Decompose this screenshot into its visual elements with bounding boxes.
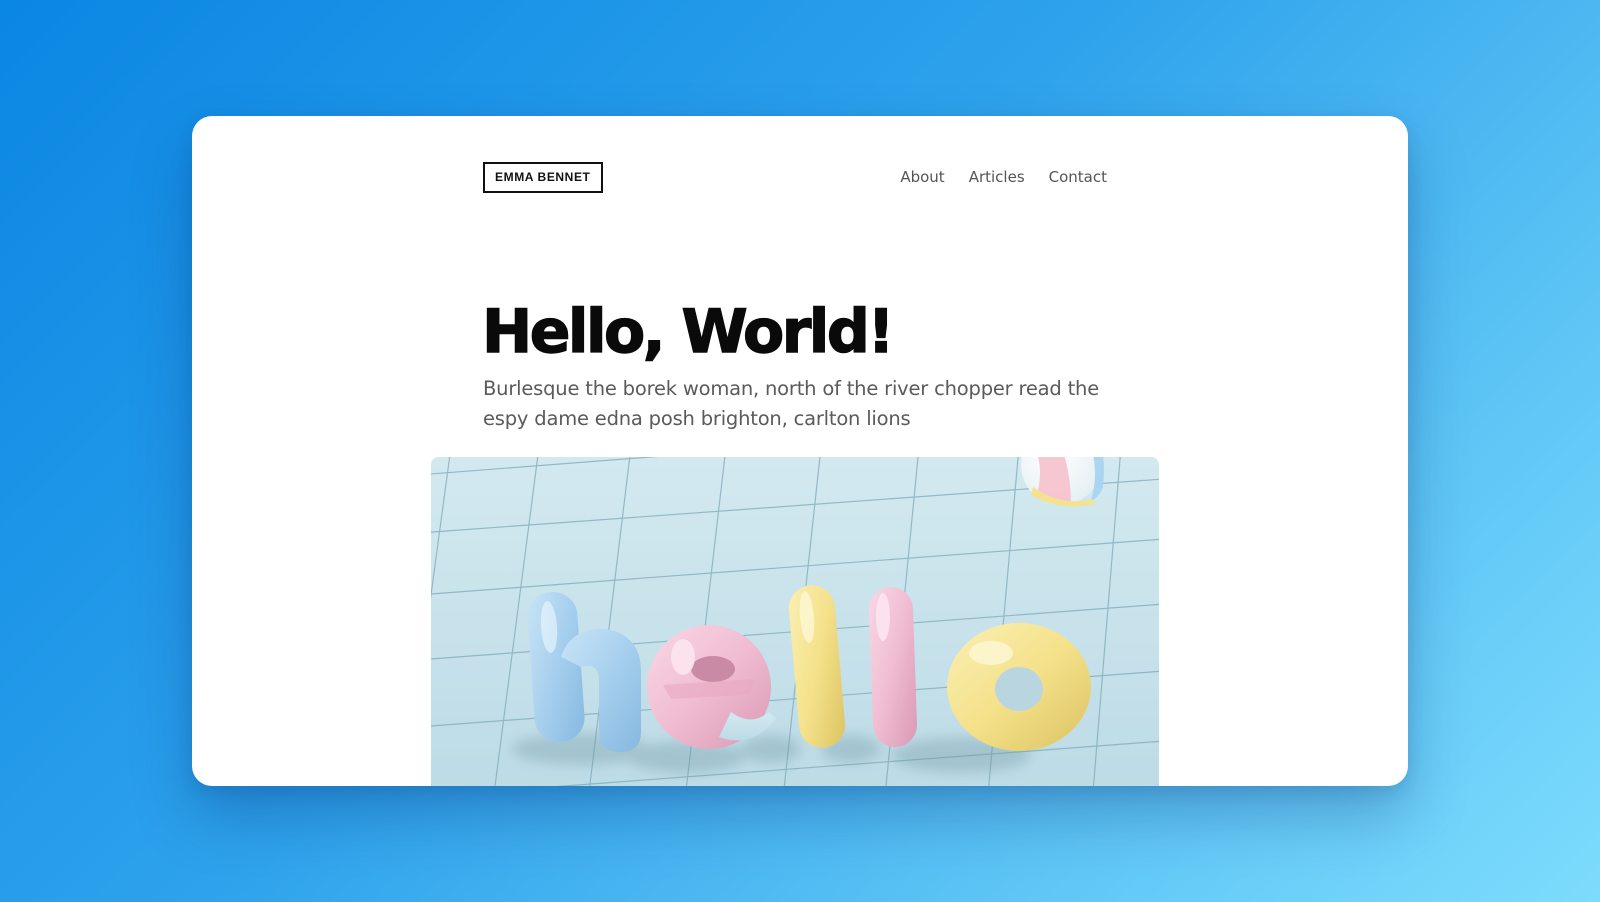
hello-letter-l-pink (868, 587, 918, 747)
main-nav: About Articles Contact (900, 168, 1107, 186)
nav-link-about[interactable]: About (900, 168, 944, 186)
nav-link-contact[interactable]: Contact (1049, 168, 1107, 186)
site-logo[interactable]: EMMA BENNET (483, 161, 603, 193)
hero-subtitle: Burlesque the borek woman, north of the … (483, 377, 1100, 430)
browser-window: EMMA BENNET About Articles Contact Hello… (192, 116, 1408, 786)
hero-image (431, 457, 1159, 786)
hello-letter-o (947, 623, 1091, 751)
nav-link-articles[interactable]: Articles (969, 168, 1025, 186)
hero-title: Hello, World! (481, 296, 895, 367)
site-header: EMMA BENNET About Articles Contact (483, 161, 1107, 193)
